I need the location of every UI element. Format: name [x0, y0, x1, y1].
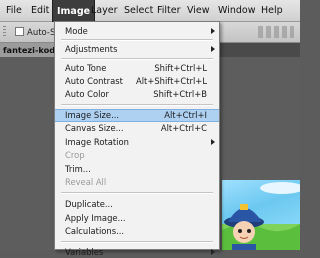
toolbar-grip-icon[interactable] [3, 26, 6, 38]
image-menu-dropdown: Mode Adjustments Auto Tone Shift+Ctrl+L … [54, 21, 220, 257]
menu-file[interactable]: File [2, 0, 26, 21]
menu-window[interactable]: Window [214, 0, 259, 21]
menu-separator [61, 58, 213, 60]
menu-item-calculations[interactable]: Calculations... [55, 225, 219, 237]
document-image[interactable] [222, 180, 304, 250]
menu-item-reveal-all: Reveal All [65, 177, 107, 187]
menu-filter[interactable]: Filter [153, 0, 185, 21]
menu-item-apply-image[interactable]: Apply Image... [55, 212, 219, 224]
menu-separator [61, 39, 213, 41]
menu-layer[interactable]: Layer [87, 0, 122, 21]
menu-item-canvas-size[interactable]: Canvas Size... Alt+Ctrl+C [55, 122, 219, 134]
menu-item-duplicate[interactable]: Duplicate... [55, 198, 219, 210]
menu-item-auto-color[interactable]: Auto Color Shift+Ctrl+B [55, 88, 219, 100]
menu-item-adjustments[interactable]: Adjustments [55, 43, 219, 55]
menu-separator [61, 241, 213, 243]
cartoon-character-illustration [222, 182, 304, 250]
align-icons[interactable] [258, 26, 294, 38]
menu-item-auto-contrast[interactable]: Auto Contrast Alt+Shift+Ctrl+L [55, 75, 219, 87]
auto-select-checkbox[interactable]: Auto-S [15, 27, 55, 38]
menu-item-auto-tone[interactable]: Auto Tone Shift+Ctrl+L [55, 62, 219, 74]
menu-separator [61, 104, 213, 106]
menu-item-image-size[interactable]: Image Size... Alt+Ctrl+I [55, 109, 219, 122]
menu-help[interactable]: Help [257, 0, 287, 21]
menu-view[interactable]: View [183, 0, 214, 21]
menu-item-crop: Crop [65, 150, 85, 160]
menu-item-mode[interactable]: Mode [55, 25, 219, 37]
menu-item-variables[interactable]: Variables [55, 246, 219, 258]
submenu-arrow-icon [211, 28, 215, 34]
submenu-arrow-icon [211, 46, 215, 52]
menu-bar: File Edit Image Layer Select Filter View… [0, 0, 300, 22]
document-tab[interactable]: fantezi-koda [0, 43, 58, 57]
menu-edit[interactable]: Edit [27, 0, 53, 21]
menu-item-trim[interactable]: Trim... [55, 163, 219, 175]
menu-separator [61, 192, 213, 194]
menu-item-image-rotation[interactable]: Image Rotation [55, 136, 219, 148]
submenu-arrow-icon [211, 139, 215, 145]
menu-select[interactable]: Select [120, 0, 157, 21]
